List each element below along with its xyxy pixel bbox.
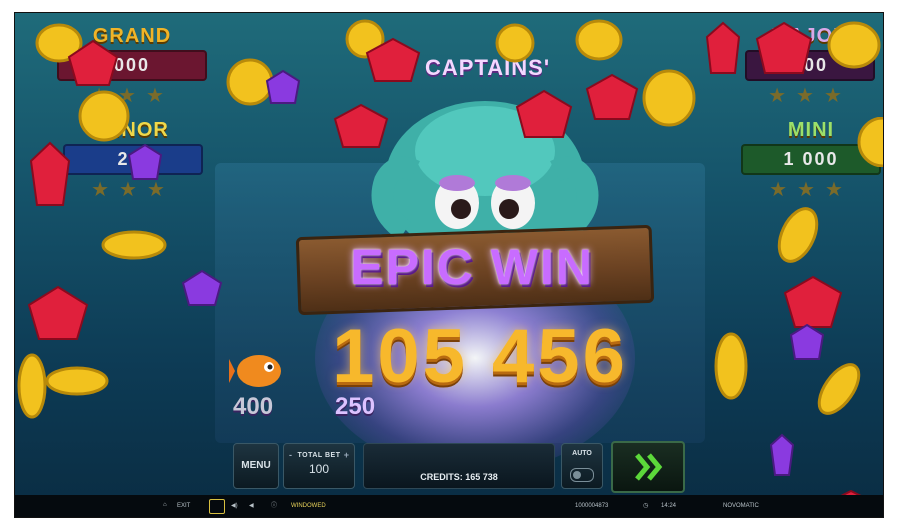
fish-symbol-value: 400 [233, 393, 274, 420]
info-icon[interactable]: ⓘ [271, 502, 277, 510]
win-amount: 105 456 [332, 314, 628, 399]
autoplay-label: AUTO [572, 450, 592, 457]
ruby-gem-icon [333, 103, 389, 148]
coin-icon [45, 366, 109, 396]
epic-win-title: EPIC WIN [350, 239, 594, 295]
bet-decrease-button[interactable]: - [289, 450, 292, 460]
coin-icon [827, 21, 881, 69]
credits-text: CREDITS: 165 738 [420, 472, 498, 482]
windowed-mode-button[interactable]: WINDOWED [291, 502, 326, 510]
coin-icon [575, 19, 623, 61]
status-bar: ⌂ EXIT ◀) ◀ ⓘ WINDOWED 1000004873 ◷ 14:2… [15, 495, 883, 517]
coin-icon [17, 353, 47, 419]
ruby-gem-icon [705, 21, 741, 74]
control-bar: MENU - + TOTAL BET 100 CREDITS: 165 738 … [15, 439, 883, 495]
total-bet-value: 100 [308, 462, 330, 476]
ruby-gem-icon [67, 39, 119, 86]
game-viewport: GRAND 000 ★★★ MINOR 2 5 ★★★ MAJOR 000 ★★… [14, 12, 884, 518]
speaker-icon[interactable]: ◀) [231, 502, 238, 510]
bet-increase-button[interactable]: + [344, 450, 349, 460]
amethyst-gem-icon [265, 69, 301, 104]
coin-icon [642, 69, 696, 127]
jackpot-mini-stars: ★★★ [769, 179, 853, 201]
ruby-gem-icon [585, 73, 639, 120]
credits-display: CREDITS: 165 738 [363, 443, 555, 489]
amethyst-gem-icon [127, 143, 163, 180]
amethyst-gem-icon [789, 323, 825, 360]
coin-icon [777, 207, 819, 263]
amethyst-gem-icon [181, 269, 223, 306]
coin-icon [495, 23, 535, 63]
coin-icon [101, 230, 167, 260]
jackpot-major-stars: ★★★ [768, 85, 852, 107]
ruby-gem-icon [27, 285, 89, 340]
clock-icon: ◷ [643, 503, 649, 509]
sound-on-icon[interactable] [209, 499, 225, 514]
fish-symbol-icon [229, 355, 281, 387]
ruby-gem-icon [515, 89, 573, 138]
ruby-gem-icon [365, 37, 421, 82]
speaker-low-icon[interactable]: ◀ [249, 502, 254, 510]
clock-time: 14:24 [661, 503, 677, 509]
coin-icon [857, 117, 883, 167]
menu-button[interactable]: MENU [233, 443, 279, 489]
coin-icon [78, 90, 130, 142]
spin-button[interactable] [611, 441, 685, 493]
account-id: 1000004873 [575, 503, 609, 509]
ruby-gem-icon [29, 141, 71, 206]
brand-logo: NOVOMATIC [723, 503, 759, 509]
home-icon[interactable]: ⌂ [163, 501, 167, 509]
coin-icon [817, 363, 861, 415]
exit-button[interactable]: EXIT [177, 502, 190, 510]
toggle-switch-icon [570, 468, 594, 482]
autoplay-toggle[interactable]: AUTO [561, 443, 603, 489]
coin-icon [714, 332, 748, 400]
double-chevron-right-icon [635, 453, 663, 481]
ruby-gem-icon [755, 21, 813, 74]
total-bet-control[interactable]: - + TOTAL BET 100 [283, 443, 355, 489]
